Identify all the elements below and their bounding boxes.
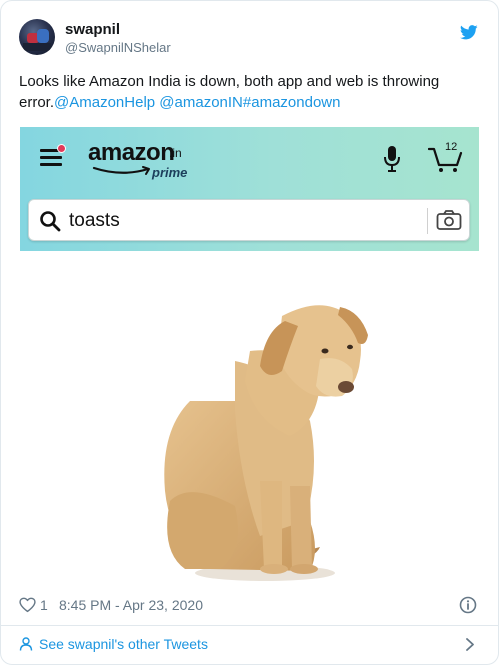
amazon-prime-logo: amazon .in prime: [88, 139, 208, 180]
sad-dog-illustration: [164, 305, 368, 581]
camera-icon: [436, 210, 462, 230]
microphone-icon: [384, 146, 400, 172]
tweet-media-image[interactable]: amazon .in prime 12 toasts: [20, 127, 479, 585]
footer-divider: [1, 625, 498, 626]
search-divider: [427, 208, 428, 234]
amazon-smile-icon: [92, 166, 150, 175]
author-display-name[interactable]: swapnil: [65, 20, 171, 39]
mention-amazonin[interactable]: @amazonIN: [159, 94, 243, 111]
cart-count: 12: [445, 141, 458, 153]
tweet-meta: 1 8:45 PM - Apr 23, 2020: [19, 594, 481, 616]
person-icon: [19, 637, 33, 651]
mention-amazonhelp[interactable]: @AmazonHelp: [54, 94, 155, 111]
logo-suffix: .in: [169, 146, 182, 160]
tweet-timestamp[interactable]: 8:45 PM - Apr 23, 2020: [59, 594, 203, 616]
author-handle[interactable]: @SwapnilNShelar: [65, 39, 171, 56]
like-count[interactable]: 1: [40, 594, 48, 616]
tweet-text: Looks like Amazon India is down, both ap…: [19, 71, 481, 113]
logo-word: amazon: [88, 139, 175, 166]
twitter-bird-icon[interactable]: [460, 25, 478, 40]
tweet-header: swapnil @SwapnilNShelar: [19, 19, 480, 61]
author-block[interactable]: swapnil @SwapnilNShelar: [65, 20, 171, 56]
amazon-app-bar: amazon .in prime 12 toasts: [20, 127, 479, 251]
tweet-card: swapnil @SwapnilNShelar Looks like Amazo…: [0, 0, 499, 665]
search-icon: [40, 211, 61, 232]
error-dog-image: [20, 251, 479, 585]
chevron-right-icon[interactable]: [465, 638, 475, 651]
see-other-tweets-row[interactable]: See swapnil's other Tweets: [19, 632, 481, 656]
heart-icon[interactable]: [19, 597, 36, 613]
avatar[interactable]: [19, 19, 55, 55]
notification-dot: [57, 144, 66, 153]
info-icon[interactable]: [459, 596, 477, 614]
amazon-search-box: toasts: [28, 199, 470, 241]
see-other-tweets-link[interactable]: See swapnil's other Tweets: [39, 632, 208, 656]
hashtag-amazondown[interactable]: #amazondown: [243, 94, 341, 111]
search-input-value: toasts: [69, 210, 120, 231]
logo-prime: prime: [152, 165, 188, 180]
